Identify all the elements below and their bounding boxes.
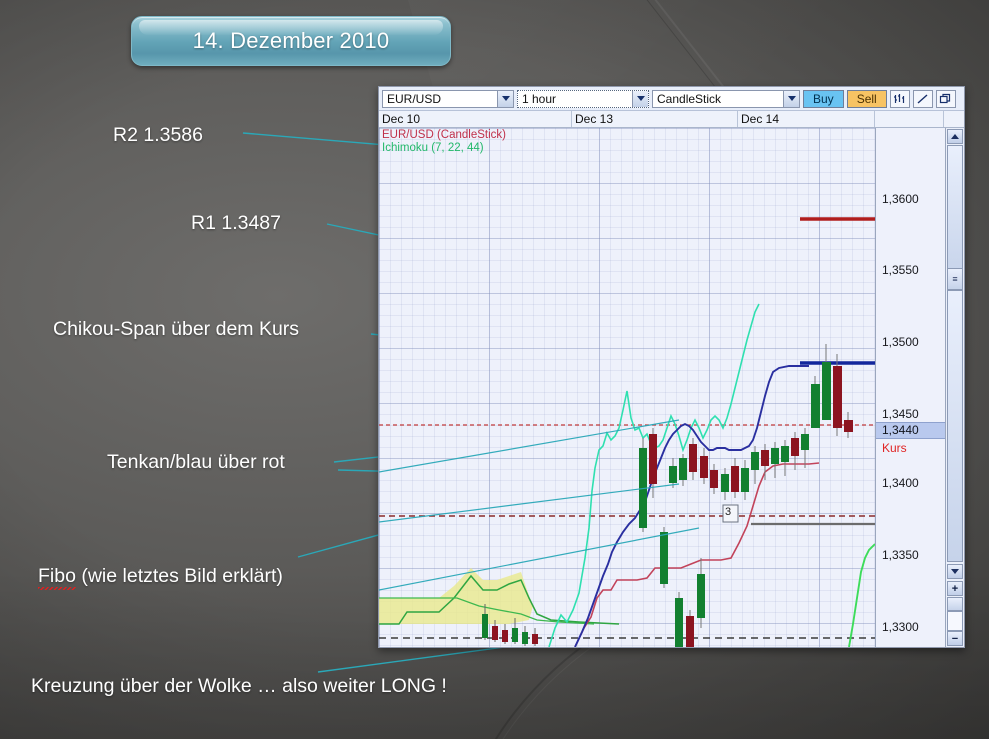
chart-vertical-scrollbar[interactable]: ≡ + − [945,128,964,647]
date-axis-cell: Dec 10 [379,111,572,127]
scrollbar-thumb-lower[interactable] [947,290,963,562]
annotation-fibo-rest: (wie letztes Bild erklärt) [75,565,283,587]
zoom-in-label: + [951,582,959,595]
period-select-value: 1 hour [522,91,557,106]
price-tick: 1,3550 [882,263,919,277]
date-axis-cell: Dec 14 [738,111,875,127]
annotation-chikou: Chikou-Span über dem Kurs [53,318,300,340]
date-axis-cell-empty [875,111,944,127]
series-label-price: EUR/USD (CandleStick) [382,129,506,141]
date-axis-cell: Dec 13 [572,111,738,127]
chevron-down-icon[interactable] [497,90,513,107]
chart-plot-wrapper: EUR/USD (CandleStick) Ichimoku (7, 22, 4… [379,128,964,647]
tenkan-sen-line [574,365,809,647]
date-axis-header: Dec 10 Dec 13 Dec 14 [379,111,964,128]
zoom-in-button[interactable]: + [947,581,963,596]
zoom-out-label: − [951,632,959,645]
page-title: 14. Dezember 2010 [192,28,390,53]
chart-type-select-value: CandleStick [657,91,722,106]
annotation-kreuzung: Kreuzung über der Wolke … also weiter LO… [31,675,447,697]
scroll-up-icon[interactable] [947,129,963,144]
zoom-out-button[interactable]: − [947,631,963,646]
price-chart-plot[interactable]: EUR/USD (CandleStick) Ichimoku (7, 22, 4… [379,128,875,647]
chikou-span-tail [848,543,875,647]
price-tick: 1,3600 [882,192,919,206]
sell-button[interactable]: Sell [846,89,887,108]
bar-chart-icon[interactable] [889,89,910,108]
annotation-fibo: Fibo (wie letztes Bild erklärt) [38,565,283,590]
series-label-indicator: Ichimoku (7, 22, 44) [382,142,484,154]
trendline-icon[interactable] [912,89,933,108]
symbol-select[interactable]: EUR/USD [382,89,514,108]
buy-button[interactable]: Buy [803,89,844,108]
chart-series-svg [379,217,875,647]
slide-title-pill: 14. Dezember 2010 [131,16,451,66]
candlestick-series [482,344,853,647]
annotation-fibo-misspelled: Fibo [38,565,76,590]
annotation-tenkan: Tenkan/blau über rot [107,451,285,473]
current-price-badge: 1,3440 [876,422,945,439]
scroll-down-icon[interactable] [947,564,963,579]
price-tick: 1,3300 [882,620,919,634]
chart-marker-3-label: 3 [725,506,732,518]
price-tick: 1,3450 [882,407,919,421]
price-tick: 1,3400 [882,476,919,490]
scrollbar-thumb-upper[interactable] [947,145,963,280]
price-axis: 1,3600 1,3550 1,3500 1,3450 1,3440 Kurs … [875,128,945,647]
period-select[interactable]: 1 hour [517,89,649,108]
current-price-value: 1,3440 [882,423,919,437]
chevron-down-icon[interactable] [632,90,648,107]
restore-window-icon[interactable] [935,89,956,108]
zoom-track-upper[interactable] [947,597,963,611]
current-price-label: Kurs [882,441,907,455]
chart-type-select[interactable]: CandleStick [652,89,800,108]
chart-application-window: EUR/USD 1 hour CandleStick Buy Sell Dec … [378,86,965,648]
zoom-track-lower[interactable] [947,611,963,631]
symbol-select-value: EUR/USD [387,91,442,106]
chart-toolbar: EUR/USD 1 hour CandleStick Buy Sell [379,87,964,111]
chevron-down-icon[interactable] [783,90,799,107]
price-tick: 1,3350 [882,548,919,562]
scrollbar-thumb-grip[interactable]: ≡ [947,268,963,290]
annotation-r1: R1 1.3487 [191,212,281,234]
price-tick: 1,3500 [882,335,919,349]
annotation-r2: R2 1.3586 [113,124,203,146]
